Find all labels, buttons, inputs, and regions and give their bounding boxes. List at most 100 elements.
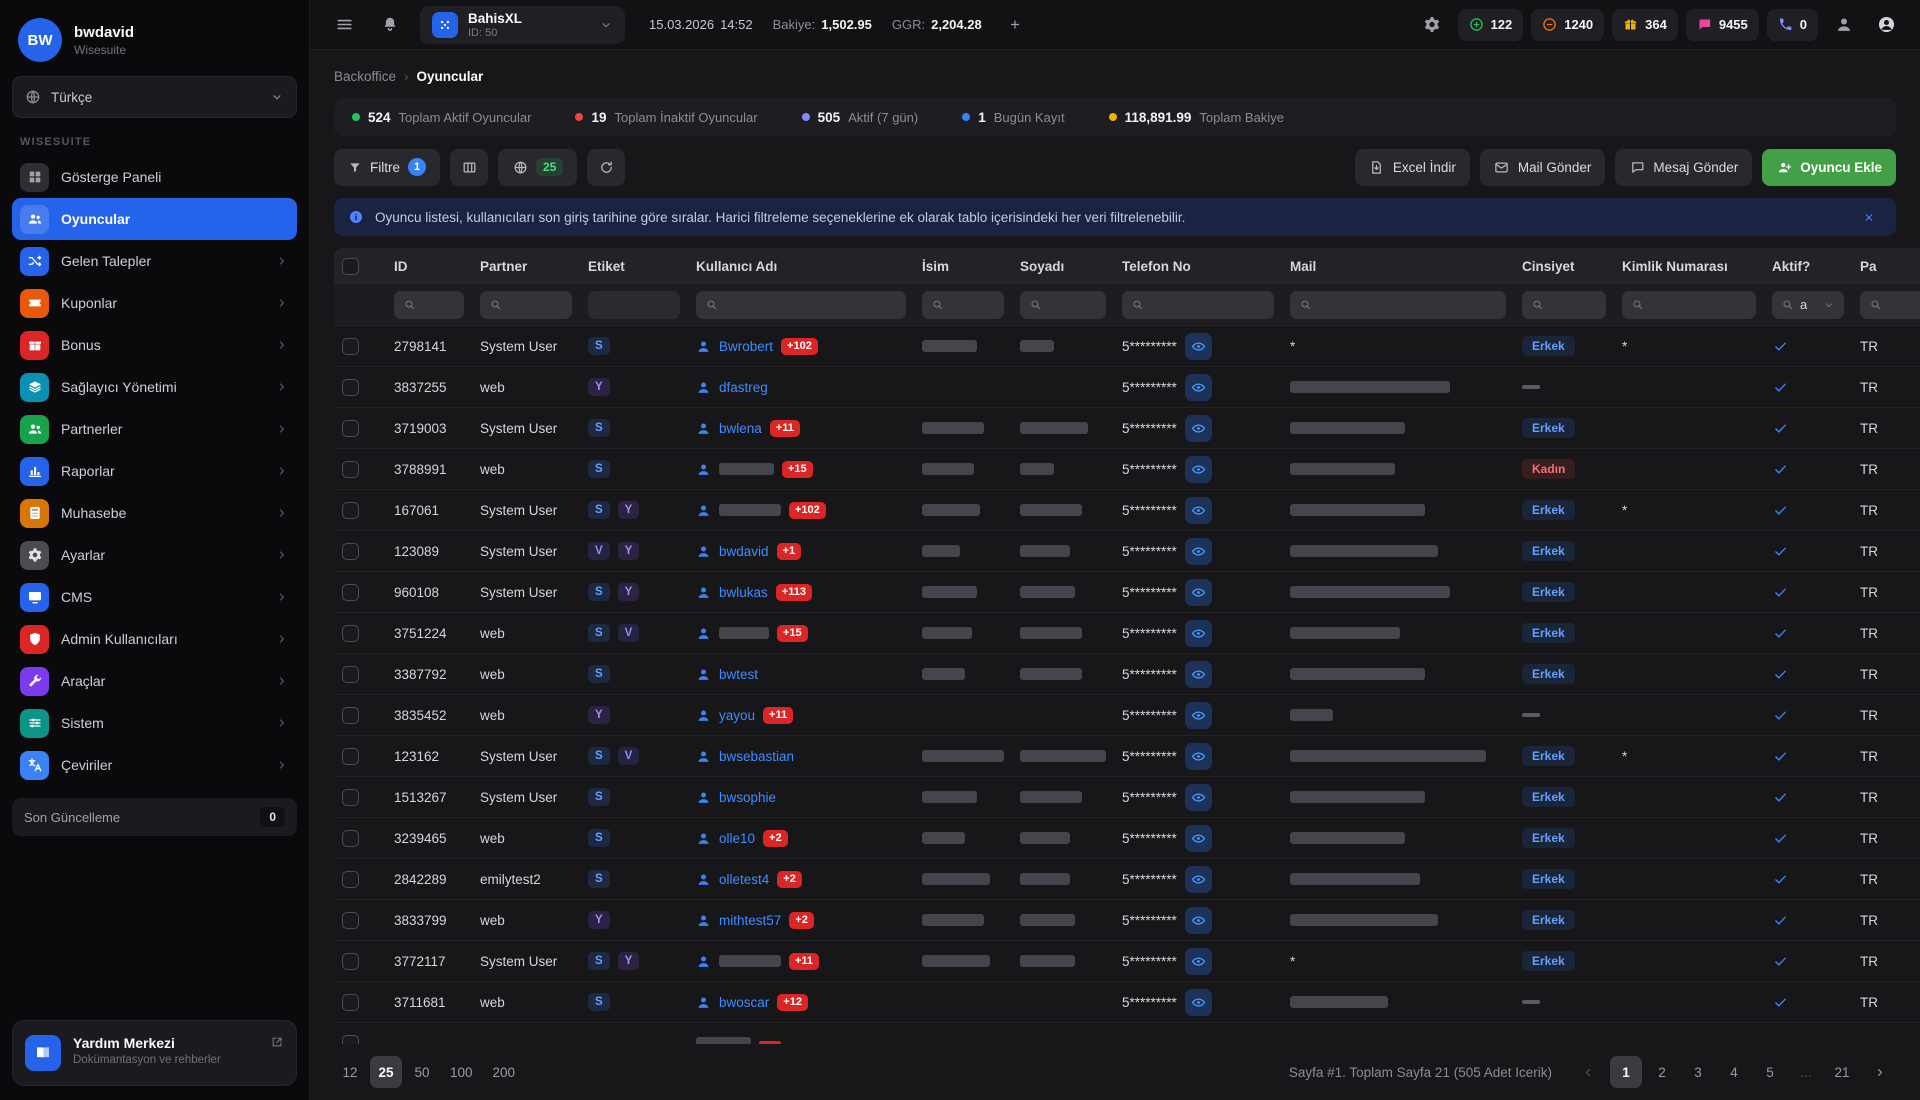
row-checkbox[interactable]: [342, 502, 359, 519]
row-checkbox[interactable]: [342, 994, 359, 1011]
column-header-kullan-c-ad[interactable]: Kullanıcı Adı: [688, 248, 914, 284]
filter-pa[interactable]: [1860, 291, 1920, 319]
show-phone-button[interactable]: [1185, 989, 1212, 1016]
row-checkbox[interactable]: [342, 543, 359, 560]
settings-button[interactable]: [1416, 9, 1448, 41]
table-row[interactable]: 960108System UserSYbwlukas+1135*********…: [334, 572, 1920, 613]
sidebar-item-ayarlar[interactable]: Ayarlar: [12, 534, 297, 576]
page-size-100[interactable]: 100: [442, 1056, 481, 1088]
column-header-cinsiyet[interactable]: Cinsiyet: [1514, 248, 1614, 284]
sidebar-item-partnerler[interactable]: Partnerler: [12, 408, 297, 450]
table-row[interactable]: 2798141System UserSBwrobert+1025********…: [334, 326, 1920, 367]
username-link[interactable]: Bwrobert: [719, 339, 773, 354]
row-checkbox[interactable]: [342, 912, 359, 929]
table-row[interactable]: 3772117System UserSY+115**********ErkekT…: [334, 941, 1920, 982]
language-count-button[interactable]: 25: [498, 149, 577, 186]
row-checkbox[interactable]: [342, 584, 359, 601]
filter-partner[interactable]: [480, 291, 572, 319]
page-1[interactable]: 1: [1610, 1056, 1642, 1088]
username-link[interactable]: bwsophie: [719, 790, 776, 805]
excel-i-ndir-button[interactable]: Excel İndir: [1355, 149, 1470, 186]
table-row[interactable]: 3387792webSbwtest5*********ErkekTR: [334, 654, 1920, 695]
table-row[interactable]: 123162System UserSVbwsebastian5*********…: [334, 736, 1920, 777]
add-button[interactable]: [1002, 12, 1028, 38]
table-row[interactable]: [334, 1023, 1920, 1044]
row-checkbox[interactable]: [342, 789, 359, 806]
show-phone-button[interactable]: [1185, 538, 1212, 565]
table-row[interactable]: 3833799webYmithtest57+25*********ErkekTR: [334, 900, 1920, 941]
filter-telefon-no[interactable]: [1122, 291, 1274, 319]
page-3[interactable]: 3: [1682, 1056, 1714, 1088]
row-checkbox[interactable]: [342, 379, 359, 396]
row-checkbox[interactable]: [342, 625, 359, 642]
username-link[interactable]: bwoscar: [719, 995, 769, 1010]
filter-button[interactable]: Filtre 1: [334, 149, 440, 186]
table-row[interactable]: 3837255webYdfastreg5*********TR: [334, 367, 1920, 408]
table-row[interactable]: 3835452webYyayou+115*********TR: [334, 695, 1920, 736]
column-header-kimlik-numaras[interactable]: Kimlik Numarası: [1614, 248, 1764, 284]
page-size-25[interactable]: 25: [370, 1056, 402, 1088]
language-select[interactable]: Türkçe: [12, 76, 297, 118]
username-link[interactable]: bwlukas: [719, 585, 768, 600]
username-link[interactable]: yayou: [719, 708, 755, 723]
sidebar-item-oyuncular[interactable]: Oyuncular: [12, 198, 297, 240]
show-phone-button[interactable]: [1185, 333, 1212, 360]
brand-select[interactable]: BahisXL ID: 50: [420, 6, 625, 44]
row-checkbox[interactable]: [342, 748, 359, 765]
table-row[interactable]: 3239465webSolle10+25*********ErkekTR: [334, 818, 1920, 859]
filter-kimlik-numaras[interactable]: [1622, 291, 1756, 319]
column-header-soyad[interactable]: Soyadı: [1012, 248, 1114, 284]
row-checkbox[interactable]: [342, 420, 359, 437]
filter-soyad[interactable]: [1020, 291, 1106, 319]
sidebar-item-ara-lar[interactable]: Araçlar: [12, 660, 297, 702]
hamburger-menu-button[interactable]: [328, 9, 360, 41]
table-row[interactable]: 3711681webSbwoscar+125*********TR: [334, 982, 1920, 1023]
stat-pill[interactable]: 364: [1612, 9, 1678, 41]
add-player-button[interactable]: Oyuncu Ekle: [1762, 149, 1896, 186]
row-checkbox[interactable]: [342, 871, 359, 888]
filter-aktif[interactable]: a: [1772, 291, 1844, 319]
help-center-card[interactable]: Yardım Merkezi Dokümantasyon ve rehberle…: [12, 1020, 297, 1086]
sidebar-item-sa-lay-c-y-netimi[interactable]: Sağlayıcı Yönetimi: [12, 366, 297, 408]
user-button[interactable]: [1828, 9, 1860, 41]
page-size-50[interactable]: 50: [406, 1056, 438, 1088]
show-phone-button[interactable]: [1185, 456, 1212, 483]
username-link[interactable]: bwtest: [719, 667, 758, 682]
table-row[interactable]: 3788991webS+155*********KadınTR: [334, 449, 1920, 490]
row-checkbox[interactable]: [342, 830, 359, 847]
banner-close-button[interactable]: [1856, 204, 1882, 230]
username-link[interactable]: bwsebastian: [719, 749, 794, 764]
mail-g-nder-button[interactable]: Mail Gönder: [1480, 149, 1606, 186]
column-header-i-sim[interactable]: İsim: [914, 248, 1012, 284]
show-phone-button[interactable]: [1185, 825, 1212, 852]
notifications-button[interactable]: [374, 9, 406, 41]
breadcrumb-parent[interactable]: Backoffice: [334, 69, 396, 84]
show-phone-button[interactable]: [1185, 866, 1212, 893]
row-checkbox[interactable]: [342, 707, 359, 724]
column-header-mail[interactable]: Mail: [1282, 248, 1514, 284]
page-2[interactable]: 2: [1646, 1056, 1678, 1088]
sidebar-item-muhasebe[interactable]: Muhasebe: [12, 492, 297, 534]
username-link[interactable]: dfastreg: [719, 380, 768, 395]
show-phone-button[interactable]: [1185, 579, 1212, 606]
column-header-id[interactable]: ID: [386, 248, 472, 284]
show-phone-button[interactable]: [1185, 661, 1212, 688]
mesaj-g-nder-button[interactable]: Mesaj Gönder: [1615, 149, 1752, 186]
username-link[interactable]: mithtest57: [719, 913, 781, 928]
table-row[interactable]: 3751224webSV+155*********ErkekTR: [334, 613, 1920, 654]
username-link[interactable]: bwdavid: [719, 544, 769, 559]
column-header-aktif[interactable]: Aktif?: [1764, 248, 1852, 284]
show-phone-button[interactable]: [1185, 743, 1212, 770]
stat-pill[interactable]: 122: [1458, 9, 1524, 41]
column-header-etiket[interactable]: Etiket: [580, 248, 688, 284]
prev-page-button[interactable]: [1572, 1056, 1604, 1088]
show-phone-button[interactable]: [1185, 497, 1212, 524]
sidebar-item-cms[interactable]: CMS: [12, 576, 297, 618]
stat-pill[interactable]: 1240: [1531, 9, 1604, 41]
table-row[interactable]: 123089System UserVYbwdavid+15*********Er…: [334, 531, 1920, 572]
column-header-partner[interactable]: Partner: [472, 248, 580, 284]
refresh-button[interactable]: [587, 149, 625, 186]
next-page-button[interactable]: [1864, 1056, 1896, 1088]
show-phone-button[interactable]: [1185, 620, 1212, 647]
sidebar-item-g-sterge-paneli[interactable]: Gösterge Paneli: [12, 156, 297, 198]
